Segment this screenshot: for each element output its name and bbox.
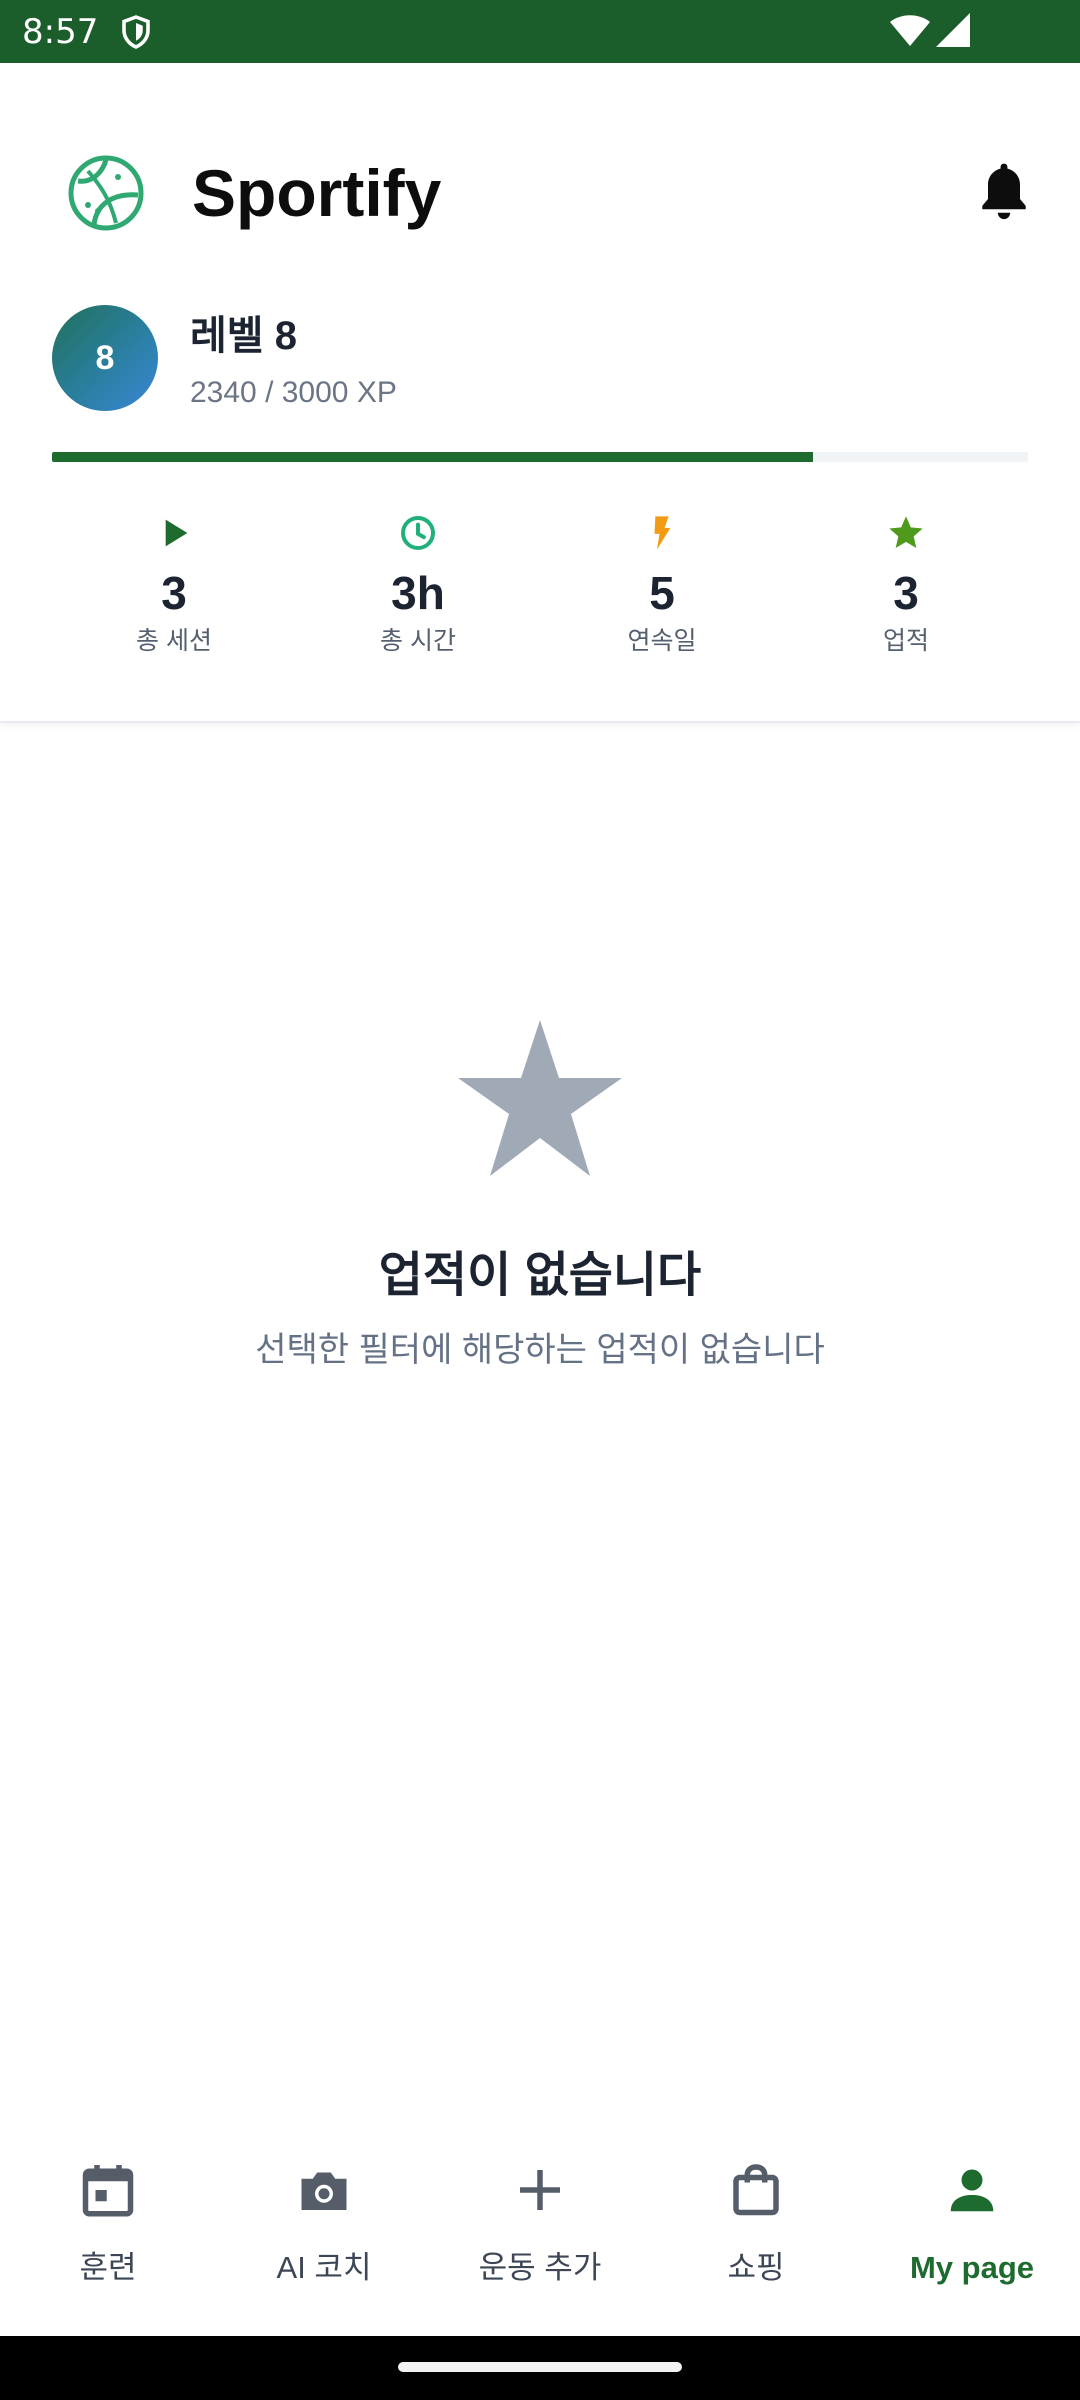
stat-value: 3h <box>391 567 445 619</box>
shield-icon <box>122 15 150 49</box>
play-icon <box>165 519 188 547</box>
person-icon <box>950 2169 994 2212</box>
stat-label: 연속일 <box>627 627 697 655</box>
profile-header: Sportify 8 레벨 8 2340 / 3000 XP 3 총 세션 3h… <box>0 63 1080 723</box>
app-title: Sportify <box>192 156 442 230</box>
notification-bell-icon[interactable] <box>976 159 1032 223</box>
status-bar: 8:57 <box>0 0 1080 63</box>
cellular-signal-icon <box>936 13 970 47</box>
nav-label: 훈련 <box>79 2250 137 2285</box>
plus-icon <box>520 2170 560 2210</box>
xp-progress-fill <box>52 452 814 462</box>
nav-item-ai-coach[interactable]: AI 코치 <box>216 2120 432 2336</box>
empty-star-icon <box>458 1020 622 1176</box>
system-gesture-bar <box>0 2336 1080 2400</box>
stat-streak-days: 5 연속일 <box>540 513 784 733</box>
nav-item-training[interactable]: 훈련 <box>0 2120 216 2336</box>
stat-label: 업적 <box>882 627 929 655</box>
stats-row: 3 총 세션 3h 총 시간 5 연속일 3 업적 <box>52 513 1028 733</box>
stat-label: 총 시간 <box>380 627 456 655</box>
stat-total-sessions: 3 총 세션 <box>52 513 296 733</box>
stat-label: 총 세션 <box>136 627 212 655</box>
level-title: 레벨 8 <box>190 314 297 358</box>
stat-total-time: 3h 총 시간 <box>296 513 540 733</box>
xp-progress-bar <box>52 452 1028 462</box>
lightning-icon <box>654 516 671 550</box>
stat-value: 5 <box>649 567 675 619</box>
nav-item-my-page[interactable]: My page <box>864 2120 1080 2336</box>
empty-state-title: 업적이 없습니다 <box>378 1249 702 1302</box>
wifi-icon <box>890 15 930 46</box>
status-time: 8:57 <box>22 12 99 52</box>
level-badge: 8 <box>52 305 158 411</box>
camera-icon <box>301 2172 347 2210</box>
shopping-bag-icon <box>733 2164 779 2216</box>
stat-achievements: 3 업적 <box>784 513 1028 733</box>
nav-label: 쇼핑 <box>727 2250 785 2285</box>
clock-icon <box>401 516 435 550</box>
nav-label: 운동 추가 <box>478 2250 602 2285</box>
nav-item-add-workout[interactable]: 운동 추가 <box>432 2120 648 2336</box>
nav-item-shopping[interactable]: 쇼핑 <box>648 2120 864 2336</box>
xp-text: 2340 / 3000 XP <box>190 376 397 409</box>
bottom-navigation: 훈련 AI 코치 운동 추가 쇼핑 My page <box>0 2120 1080 2336</box>
nav-label: My page <box>909 2250 1035 2285</box>
empty-state: 업적이 없습니다 선택한 필터에 해당하는 업적이 없습니다 <box>0 1020 1080 1372</box>
empty-state-subtitle: 선택한 필터에 해당하는 업적이 없습니다 <box>255 1331 825 1369</box>
star-icon <box>889 516 923 548</box>
sportify-logo-icon <box>68 155 144 231</box>
home-gesture-handle[interactable] <box>398 2362 682 2372</box>
calendar-icon <box>82 2165 134 2217</box>
nav-label: AI 코치 <box>276 2250 372 2285</box>
stat-value: 3 <box>893 567 919 619</box>
stat-value: 3 <box>161 567 187 619</box>
